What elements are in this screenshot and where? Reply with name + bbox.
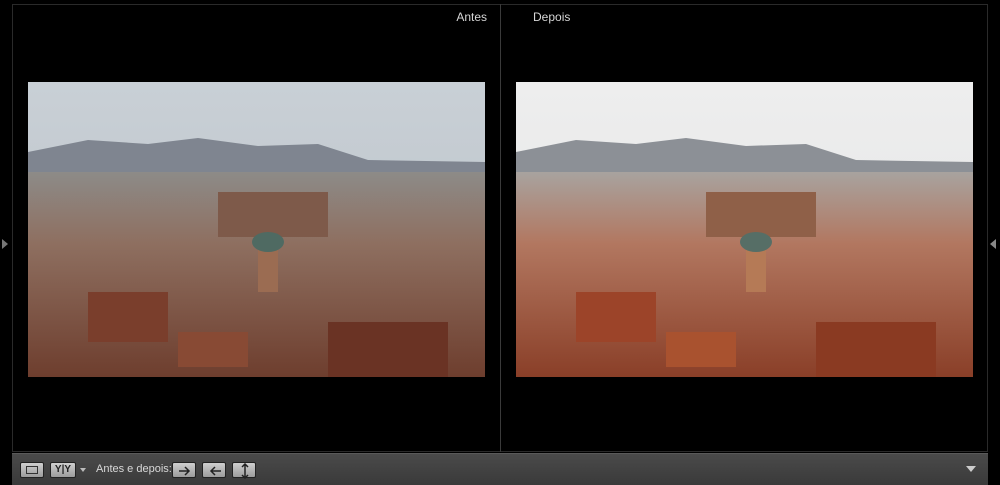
before-after-label: Antes e depois: <box>96 463 172 475</box>
before-after-mode-button[interactable]: Y|Y <box>50 462 76 478</box>
after-label: Depois <box>533 10 571 24</box>
swap-before-after-button[interactable] <box>232 462 256 479</box>
chevron-down-icon[interactable] <box>966 466 976 472</box>
left-panel-toggle-icon[interactable] <box>2 239 8 249</box>
arrow-right-icon <box>179 466 191 476</box>
copy-before-to-after-button[interactable] <box>172 462 196 478</box>
view-mode-dropdown-icon[interactable] <box>80 468 86 472</box>
before-label: Antes <box>456 10 487 24</box>
panel-divider <box>500 4 501 452</box>
arrow-left-icon <box>209 466 221 476</box>
bottom-toolbar: Y|Y Antes e depois: <box>12 453 988 485</box>
copy-after-to-before-button[interactable] <box>202 462 226 478</box>
loupe-view-icon <box>26 466 38 474</box>
before-photo[interactable] <box>28 82 485 377</box>
loupe-view-button[interactable] <box>20 462 44 478</box>
swap-icon <box>241 463 249 479</box>
after-photo[interactable] <box>516 82 973 377</box>
right-panel-toggle-icon[interactable] <box>990 239 996 249</box>
